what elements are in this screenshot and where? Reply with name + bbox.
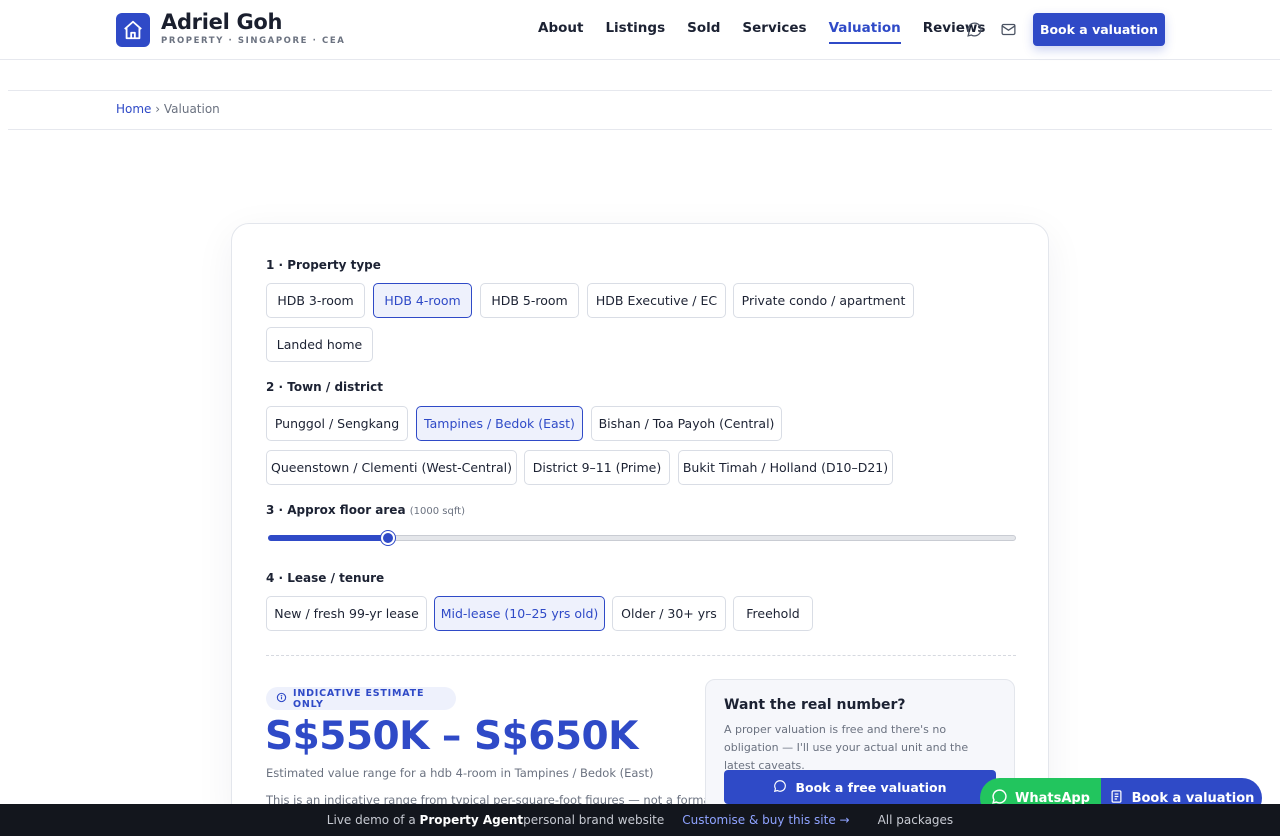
floor-area-slider-thumb[interactable] bbox=[381, 531, 395, 545]
main-nav: About Listings Sold Services Valuation R… bbox=[538, 20, 1007, 44]
book-free-valuation-label: Book a free valuation bbox=[795, 779, 947, 795]
option-mid-lease[interactable]: Mid-lease (10–25 yrs old) bbox=[434, 596, 605, 631]
home-logo-icon[interactable] bbox=[116, 13, 150, 47]
nav-sold[interactable]: Sold bbox=[687, 20, 720, 44]
nav-services[interactable]: Services bbox=[742, 20, 806, 44]
estimate-badge-text: INDICATIVE ESTIMATE ONLY bbox=[293, 687, 425, 710]
header-band bbox=[8, 60, 1272, 91]
site-header: Adriel Goh PROPERTY · SINGAPORE · CEA Ab… bbox=[0, 0, 1280, 60]
demo-prefix: Live demo of a bbox=[326, 813, 416, 827]
option-bishan-toa-payoh[interactable]: Bishan / Toa Payoh (Central) bbox=[591, 406, 782, 441]
estimate-range: S$550K – S$650K bbox=[265, 714, 638, 759]
estimate-badge: INDICATIVE ESTIMATE ONLY bbox=[266, 687, 456, 710]
estimate-subtitle: Estimated value range for a hdb 4-room i… bbox=[266, 766, 654, 780]
nav-valuation[interactable]: Valuation bbox=[828, 20, 901, 44]
breadcrumb-separator: › bbox=[151, 102, 164, 116]
book-free-valuation-button[interactable]: Book a free valuation bbox=[724, 770, 996, 804]
floor-area-label-text: 3 · Approx floor area bbox=[266, 503, 406, 517]
info-icon bbox=[276, 692, 287, 706]
option-landed-home[interactable]: Landed home bbox=[266, 327, 373, 362]
floor-area-value: (1000 sqft) bbox=[409, 506, 465, 517]
demo-strong: Property Agent bbox=[419, 813, 524, 827]
breadcrumb-home-link[interactable]: Home bbox=[116, 102, 151, 116]
book-valuation-button[interactable]: Book a valuation bbox=[1033, 13, 1165, 46]
option-district-9-11[interactable]: District 9–11 (Prime) bbox=[524, 450, 670, 485]
breadcrumb-current: Valuation bbox=[163, 102, 220, 116]
chat-icon bbox=[773, 779, 787, 796]
mail-icon[interactable] bbox=[1000, 21, 1018, 39]
lease-tenure-label: 4 · Lease / tenure bbox=[266, 571, 385, 585]
all-packages-link[interactable]: All packages bbox=[878, 813, 954, 827]
option-older-lease[interactable]: Older / 30+ yrs bbox=[612, 596, 726, 631]
customise-buy-link[interactable]: Customise & buy this site → bbox=[682, 813, 849, 827]
town-district-label: 2 · Town / district bbox=[266, 380, 383, 394]
chat-icon[interactable] bbox=[966, 21, 984, 39]
floor-area-label: 3 · Approx floor area (1000 sqft) bbox=[266, 503, 465, 517]
demo-suffix: personal brand website bbox=[523, 813, 665, 827]
option-queenstown-clementi[interactable]: Queenstown / Clementi (West-Central) bbox=[266, 450, 517, 485]
option-new-lease[interactable]: New / fresh 99-yr lease bbox=[266, 596, 427, 631]
divider bbox=[266, 655, 1016, 656]
option-bukit-timah-holland[interactable]: Bukit Timah / Holland (D10–D21) bbox=[678, 450, 893, 485]
brand-subtitle: PROPERTY · SINGAPORE · CEA bbox=[161, 36, 346, 46]
nav-about[interactable]: About bbox=[538, 20, 583, 44]
brand-name[interactable]: Adriel Goh bbox=[161, 10, 283, 34]
property-type-label: 1 · Property type bbox=[266, 258, 381, 272]
nav-listings[interactable]: Listings bbox=[605, 20, 665, 44]
option-punggol-sengkang[interactable]: Punggol / Sengkang bbox=[266, 406, 408, 441]
option-tampines-bedok[interactable]: Tampines / Bedok (East) bbox=[416, 406, 583, 441]
real-number-title: Want the real number? bbox=[724, 697, 906, 713]
option-hdb-5-room[interactable]: HDB 5-room bbox=[480, 283, 579, 318]
option-private-condo[interactable]: Private condo / apartment bbox=[733, 283, 914, 318]
option-hdb-executive-ec[interactable]: HDB Executive / EC bbox=[587, 283, 726, 318]
breadcrumb: Home › Valuation bbox=[8, 91, 1272, 130]
option-hdb-3-room[interactable]: HDB 3-room bbox=[266, 283, 365, 318]
option-hdb-4-room[interactable]: HDB 4-room bbox=[373, 283, 472, 318]
floor-area-slider-fill bbox=[268, 535, 388, 541]
demo-bar: Live demo of a Property Agent personal b… bbox=[0, 804, 1280, 836]
option-freehold[interactable]: Freehold bbox=[733, 596, 813, 631]
real-number-body: A proper valuation is free and there's n… bbox=[724, 723, 969, 772]
